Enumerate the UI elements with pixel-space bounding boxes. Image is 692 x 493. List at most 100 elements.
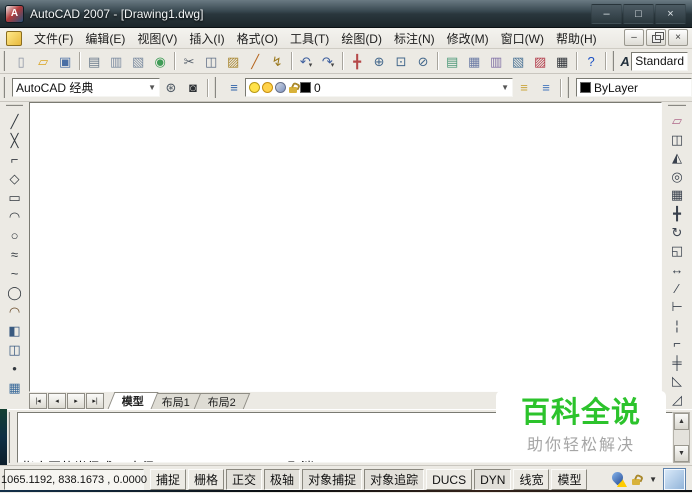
layer-previous-icon[interactable]: ≡ xyxy=(513,77,535,99)
cut-icon[interactable]: ✂ xyxy=(178,50,200,72)
text-style-combobox[interactable]: Standard xyxy=(631,51,688,71)
command-window-grip[interactable] xyxy=(8,412,14,463)
plot-icon[interactable]: ▤ xyxy=(83,50,105,72)
autocad-app-icon[interactable]: A xyxy=(5,4,24,23)
dropdown-arrow-icon[interactable]: ▾ xyxy=(331,62,335,71)
workspace-combobox[interactable]: AutoCAD 经典 ▼ xyxy=(12,78,160,97)
status-toggle-button[interactable]: DYN xyxy=(474,469,512,490)
copy-icon[interactable]: ◫ xyxy=(200,50,222,72)
layer-on-bulb-icon[interactable] xyxy=(249,82,260,93)
markup-set-manager-icon[interactable]: ▨ xyxy=(529,50,551,72)
break-icon[interactable]: ⌐ xyxy=(667,335,688,354)
layer-properties-manager-icon[interactable]: ≡ xyxy=(223,77,245,99)
doc-minimize-button[interactable]: – xyxy=(624,29,644,46)
scroll-up-icon[interactable]: ▲ xyxy=(674,413,689,430)
point-icon[interactable]: • xyxy=(4,359,25,378)
toolbar-grip[interactable] xyxy=(611,51,616,71)
toolbar-grip[interactable] xyxy=(214,76,220,99)
menu-item[interactable]: 文件(F) xyxy=(28,28,79,49)
menu-item[interactable]: 编辑(E) xyxy=(79,28,131,49)
ellipse-arc-icon[interactable]: ◠ xyxy=(4,302,25,321)
3d-dwf-icon[interactable]: ◉ xyxy=(149,50,171,72)
line-icon[interactable]: ╱ xyxy=(4,112,25,131)
toolbar-grip[interactable] xyxy=(3,51,7,71)
chevron-down-icon[interactable]: ▼ xyxy=(497,83,509,92)
scroll-down-icon[interactable]: ▼ xyxy=(674,445,689,462)
join-icon[interactable]: ╪ xyxy=(667,353,688,372)
layer-freeze-sun-icon[interactable] xyxy=(262,82,273,93)
dropdown-arrow-icon[interactable]: ▾ xyxy=(309,62,313,71)
hatch-icon[interactable]: ▦ xyxy=(4,378,25,397)
menu-item[interactable]: 工具(T) xyxy=(284,28,335,49)
tool-palettes-icon[interactable]: ▥ xyxy=(485,50,507,72)
construction-line-icon[interactable]: ╳ xyxy=(4,131,25,150)
rotate-icon[interactable]: ↻ xyxy=(667,223,688,242)
tray-chevron-down-icon[interactable]: ▼ xyxy=(649,475,657,484)
text-style-icon[interactable]: A xyxy=(619,50,632,72)
close-button[interactable]: × xyxy=(655,3,686,24)
status-toggle-button[interactable]: DUCS xyxy=(426,469,473,490)
chamfer-icon[interactable]: ◺ xyxy=(667,372,688,391)
drawing-canvas[interactable] xyxy=(29,102,662,392)
spline-icon[interactable]: ~ xyxy=(4,264,25,283)
circle-icon[interactable]: ○ xyxy=(4,226,25,245)
offset-icon[interactable]: ◎ xyxy=(667,168,688,187)
designcenter-icon[interactable]: ▦ xyxy=(463,50,485,72)
color-control-combobox[interactable]: ByLayer xyxy=(576,78,692,97)
polygon-icon[interactable]: ◇ xyxy=(4,169,25,188)
undo-icon[interactable]: ↶ ▾ xyxy=(295,50,317,72)
coordinates-readout[interactable]: 1065.1192, 838.1673 , 0.0000 xyxy=(1,469,147,490)
polyline-icon[interactable]: ⌐ xyxy=(4,150,25,169)
properties-icon[interactable]: ▤ xyxy=(441,50,463,72)
redo-icon[interactable]: ↷ ▾ xyxy=(317,50,339,72)
quickcalc-icon[interactable]: ▦ xyxy=(551,50,573,72)
block-editor-icon[interactable]: ↯ xyxy=(266,50,288,72)
trim-icon[interactable]: ∕ xyxy=(667,279,688,298)
status-toggle-button[interactable]: 对象捕捉 xyxy=(302,469,363,490)
layer-states-manager-icon[interactable]: ≡ xyxy=(535,77,557,99)
tab-nav-button[interactable]: ▸| xyxy=(86,392,104,409)
command-scrollbar[interactable]: ▲ ▼ xyxy=(673,412,690,463)
arc-icon[interactable]: ◠ xyxy=(4,207,25,226)
menu-item[interactable]: 窗口(W) xyxy=(495,28,550,49)
make-block-icon[interactable]: ◫ xyxy=(4,340,25,359)
toolbar-grip[interactable] xyxy=(3,76,9,99)
match-properties-icon[interactable]: ╱ xyxy=(244,50,266,72)
status-toggle-button[interactable]: 捕捉 xyxy=(150,469,187,490)
qnew-icon[interactable]: ▯ xyxy=(10,50,32,72)
chevron-down-icon[interactable]: ▼ xyxy=(144,83,156,92)
rectangle-icon[interactable]: ▭ xyxy=(4,188,25,207)
layout-tab[interactable]: 模型 xyxy=(107,392,159,409)
publish-icon[interactable]: ▧ xyxy=(127,50,149,72)
save-icon[interactable]: ▣ xyxy=(54,50,76,72)
doc-restore-button[interactable] xyxy=(646,29,666,46)
pan-realtime-icon[interactable]: ╋ xyxy=(346,50,368,72)
clean-screen-button[interactable] xyxy=(663,468,686,491)
maximize-button[interactable]: □ xyxy=(623,3,654,24)
extend-icon[interactable]: ⊢ xyxy=(667,298,688,317)
paste-icon[interactable]: ▨ xyxy=(222,50,244,72)
menu-item[interactable]: 格式(O) xyxy=(231,28,284,49)
minimize-button[interactable]: – xyxy=(591,3,622,24)
copy-icon[interactable]: ◫ xyxy=(667,130,688,149)
menu-item[interactable]: 插入(I) xyxy=(183,28,230,49)
doc-close-button[interactable]: × xyxy=(668,29,688,46)
menu-item[interactable]: 帮助(H) xyxy=(550,28,603,49)
insert-block-icon[interactable]: ◧ xyxy=(4,321,25,340)
menu-item[interactable]: 标注(N) xyxy=(388,28,441,49)
menu-item[interactable]: 绘图(D) xyxy=(335,28,388,49)
toolbar-grip[interactable] xyxy=(567,76,573,99)
sheet-set-manager-icon[interactable]: ▧ xyxy=(507,50,529,72)
revision-cloud-icon[interactable]: ≈ xyxy=(4,245,25,264)
status-toggle-button[interactable]: 对象追踪 xyxy=(364,469,425,490)
layer-viewport-freeze-icon[interactable] xyxy=(275,82,286,93)
ellipse-icon[interactable]: ◯ xyxy=(4,283,25,302)
status-toggle-button[interactable]: 栅格 xyxy=(188,469,225,490)
open-icon[interactable]: ▱ xyxy=(32,50,54,72)
erase-icon[interactable]: ▱ xyxy=(667,112,688,131)
layout-tab[interactable]: 布局2 xyxy=(193,393,251,409)
layer-lock-icon[interactable] xyxy=(289,86,297,93)
workspace-settings-icon[interactable]: ⊛ xyxy=(160,77,182,99)
zoom-previous-icon[interactable]: ⊘ xyxy=(412,50,434,72)
tab-nav-button[interactable]: |◂ xyxy=(29,392,47,409)
